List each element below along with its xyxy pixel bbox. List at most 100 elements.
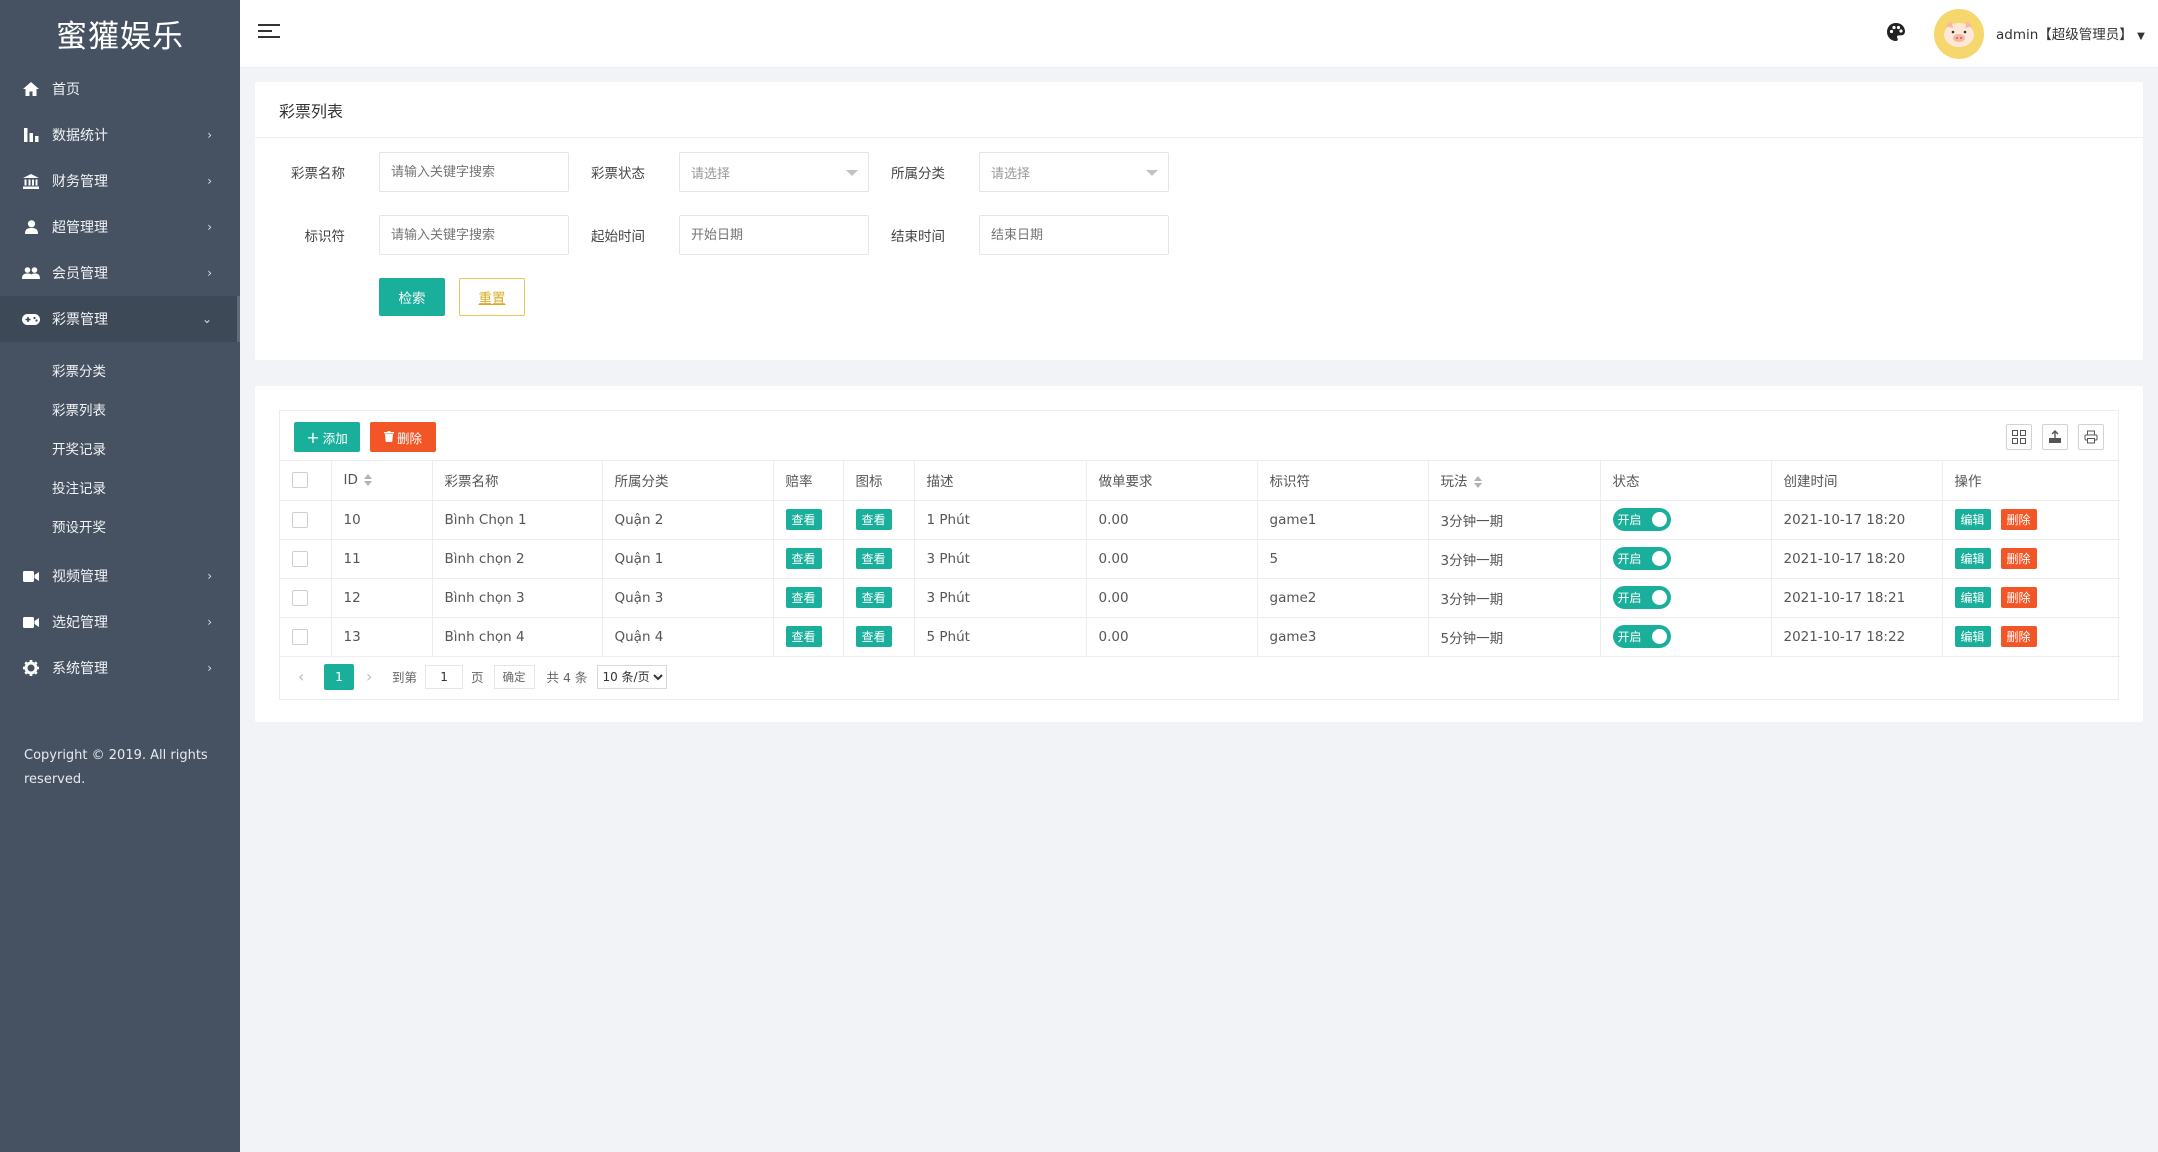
goto-confirm-button[interactable]: 确定 (493, 664, 535, 689)
data-table-container: + 添加 删除 ID 彩票名称 所属分类 赔率 图标 描述 做单要求 标识符 玩… (279, 410, 2120, 700)
submenu-item-draw-records[interactable]: 开奖记录 (0, 428, 240, 467)
view-odds-button[interactable]: 查看 (785, 587, 822, 608)
view-icon-button[interactable]: 查看 (855, 509, 892, 530)
user-icon (22, 218, 40, 236)
select-all-checkbox[interactable] (292, 472, 308, 489)
row-delete-button[interactable]: 删除 (2000, 626, 2037, 647)
sidebar-item-members[interactable]: 会员管理 › (0, 250, 240, 296)
view-odds-button[interactable]: 查看 (785, 548, 822, 569)
cell-requirement: 0.00 (1086, 539, 1258, 579)
search-button[interactable]: 检索 (379, 278, 445, 316)
status-toggle[interactable]: 开启 (1612, 547, 1671, 570)
submenu-item-preset-draw[interactable]: 预设开奖 (0, 506, 240, 545)
sidebar-item-finance[interactable]: 财务管理 › (0, 158, 240, 204)
submenu-item-lottery-category[interactable]: 彩票分类 (0, 350, 240, 389)
status-toggle-label: 开启 (1617, 552, 1642, 566)
cell-id: 12 (331, 578, 433, 618)
video-icon (22, 567, 40, 585)
category-select[interactable]: 请选择 (979, 152, 1169, 192)
sidebar-item-super-admin[interactable]: 超管理理 › (0, 204, 240, 250)
category-value: 请选择 (991, 166, 1031, 182)
chevron-right-icon: › (207, 615, 212, 629)
edit-button[interactable]: 编辑 (1954, 509, 1991, 530)
identifier-input[interactable] (379, 215, 569, 255)
reset-button[interactable]: 重置 (459, 278, 525, 316)
submenu-item-lottery-list[interactable]: 彩票列表 (0, 389, 240, 428)
view-odds-button[interactable]: 查看 (785, 509, 822, 530)
sidebar-item-label: 视频管理 (52, 569, 108, 585)
gear-icon (22, 659, 40, 677)
cell-play: 3分钟一期 (1428, 500, 1601, 540)
status-toggle[interactable]: 开启 (1612, 586, 1671, 609)
edit-button[interactable]: 编辑 (1954, 548, 1991, 569)
cell-category: Quận 3 (602, 578, 774, 618)
view-icon-button[interactable]: 查看 (855, 587, 892, 608)
cell-id: 11 (331, 539, 433, 579)
row-checkbox[interactable] (292, 589, 308, 606)
cell-created: 2021-10-17 18:20 (1771, 500, 1943, 540)
start-date-input[interactable] (679, 215, 869, 255)
view-icon-button[interactable]: 查看 (855, 626, 892, 647)
lottery-table: ID 彩票名称 所属分类 赔率 图标 描述 做单要求 标识符 玩法 状态 创建时… (280, 461, 2120, 657)
page-size-select[interactable]: 10 条/页 (597, 664, 668, 689)
sort-icon[interactable] (363, 474, 373, 487)
column-header-id[interactable]: ID (331, 461, 433, 501)
sidebar-item-stats[interactable]: 数据统计 › (0, 112, 240, 158)
user-menu[interactable]: admin【超级管理员】 ▼ (1996, 23, 2145, 43)
table-header-row: ID 彩票名称 所属分类 赔率 图标 描述 做单要求 标识符 玩法 状态 创建时… (280, 461, 2120, 501)
cell-identifier: game2 (1257, 578, 1429, 618)
column-header-play[interactable]: 玩法 (1428, 461, 1601, 501)
sidebar-item-label: 会员管理 (52, 266, 108, 282)
sidebar-item-system[interactable]: 系统管理 › (0, 645, 240, 691)
end-date-input[interactable] (979, 215, 1169, 255)
total-count: 共 4 条 (546, 670, 588, 685)
avatar[interactable] (1934, 9, 1984, 59)
print-icon[interactable] (2078, 424, 2104, 450)
goto-page-input[interactable] (425, 664, 464, 689)
status-toggle[interactable]: 开启 (1612, 625, 1671, 648)
sidebar-item-concubine[interactable]: 选妃管理 › (0, 599, 240, 645)
gamepad-icon (22, 310, 40, 328)
sidebar-item-label: 选妃管理 (52, 615, 108, 631)
row-delete-button[interactable]: 删除 (2000, 548, 2037, 569)
column-header-identifier: 标识符 (1257, 461, 1429, 501)
cell-requirement: 0.00 (1086, 578, 1258, 618)
sidebar-item-video[interactable]: 视频管理 › (0, 553, 240, 599)
columns-filter-icon[interactable] (2006, 424, 2032, 450)
row-checkbox[interactable] (292, 628, 308, 645)
theme-palette-icon[interactable] (1886, 22, 1910, 46)
table-body: 10 Bình Chọn 1 Quận 2 查看 查看 1 Phút 0.00 … (280, 500, 2120, 657)
lottery-status-value: 请选择 (691, 166, 731, 182)
next-page-icon[interactable]: › (366, 667, 392, 686)
edit-button[interactable]: 编辑 (1954, 626, 1991, 647)
sidebar-item-home[interactable]: 首页 (0, 66, 240, 112)
current-page-button[interactable]: 1 (324, 663, 354, 690)
edit-button[interactable]: 编辑 (1954, 587, 1991, 608)
search-panel: 彩票列表 彩票名称 彩票状态 请选择 所属分类 请选择 标识符 起始时间 结束时… (255, 82, 2143, 360)
cell-description: 5 Phút (914, 617, 1087, 657)
export-icon[interactable] (2042, 424, 2068, 450)
select-all-cell (280, 461, 332, 501)
sidebar-item-lottery[interactable]: 彩票管理 ⌄ (0, 296, 240, 342)
status-toggle[interactable]: 开启 (1612, 508, 1671, 531)
add-button[interactable]: + 添加 (294, 422, 360, 452)
delete-button[interactable]: 删除 (370, 422, 436, 452)
view-odds-button[interactable]: 查看 (785, 626, 822, 647)
cell-requirement: 0.00 (1086, 617, 1258, 657)
caret-down-icon (1146, 170, 1158, 176)
prev-page-icon[interactable]: ‹ (298, 667, 324, 686)
view-icon-button[interactable]: 查看 (855, 548, 892, 569)
lottery-status-select[interactable]: 请选择 (679, 152, 869, 192)
page-suffix-label: 页 (471, 670, 484, 685)
plus-icon: + (306, 427, 320, 447)
row-checkbox[interactable] (292, 550, 308, 567)
sidebar-item-label: 系统管理 (52, 661, 108, 677)
menu-toggle-icon[interactable] (258, 22, 282, 44)
row-delete-button[interactable]: 删除 (2000, 587, 2037, 608)
lottery-name-input[interactable] (379, 152, 569, 192)
column-header-requirement: 做单要求 (1086, 461, 1258, 501)
row-delete-button[interactable]: 删除 (2000, 509, 2037, 530)
row-checkbox[interactable] (292, 511, 308, 528)
submenu-item-bet-records[interactable]: 投注记录 (0, 467, 240, 506)
sort-icon[interactable] (1473, 476, 1483, 489)
